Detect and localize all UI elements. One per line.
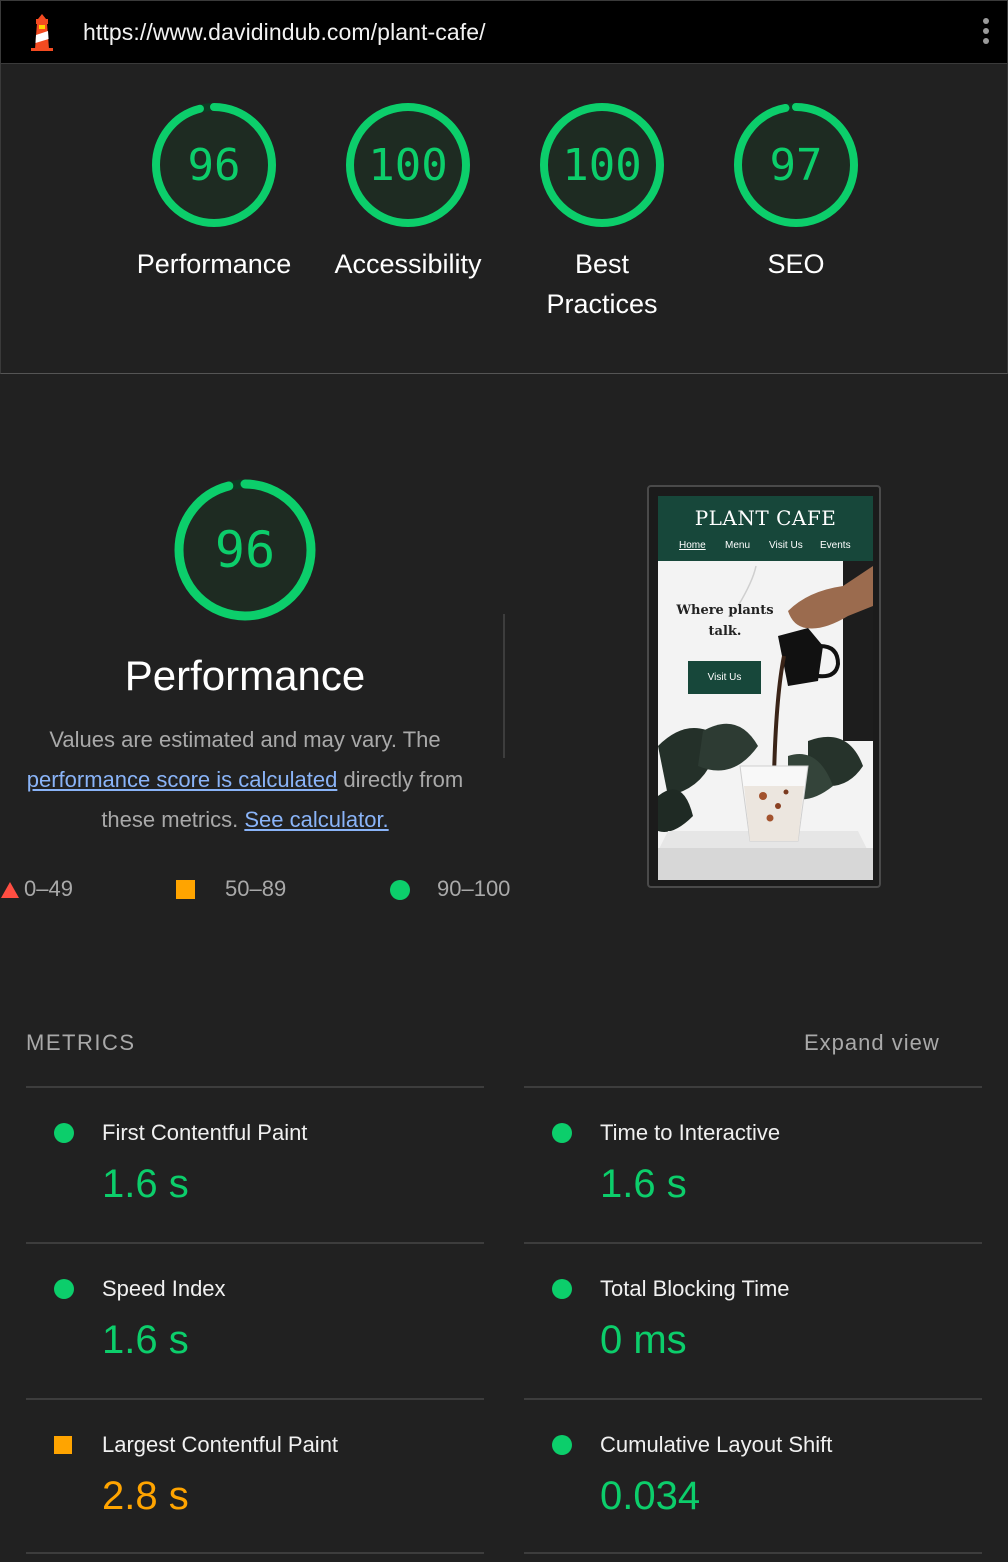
gauge-ring: 97 (734, 103, 858, 227)
screenshot-nav-home: Home (679, 540, 706, 551)
metric-value-tbt: 0 ms (600, 1318, 687, 1362)
performance-description: Values are estimated and may vary. The p… (0, 720, 490, 840)
score-calculated-link[interactable]: performance score is calculated (27, 767, 338, 792)
gauge-label: SEO (767, 249, 825, 279)
more-options-icon[interactable] (979, 15, 993, 51)
pass-circle-icon (54, 1279, 74, 1299)
legend-fail: 0–49 (24, 876, 73, 901)
metric-label-fcp: First Contentful Paint (102, 1120, 308, 1145)
metric-value-tti: 1.6 s (600, 1162, 687, 1206)
pass-circle-icon (552, 1435, 572, 1455)
metric-divider (26, 1552, 484, 1554)
gauge-score: 100 (562, 140, 641, 191)
report-url: https://www.davidindub.com/plant-cafe/ (83, 19, 486, 45)
top-bar: https://www.davidindub.com/plant-cafe/ (0, 0, 1008, 64)
metric-value-lcp: 2.8 s (102, 1474, 189, 1518)
legend-pass: 90–100 (437, 876, 511, 901)
metric-divider (524, 1242, 982, 1244)
pass-circle-icon (390, 880, 410, 900)
gauge-label: Accessibility (334, 249, 482, 279)
gauge-score: 96 (188, 140, 241, 191)
metric-value-cls: 0.034 (600, 1474, 701, 1518)
pass-circle-icon (552, 1279, 572, 1299)
gauge-label: Best Practices (546, 249, 658, 319)
metric-label-cls: Cumulative Layout Shift (600, 1432, 833, 1457)
category-summary: 96 Performance 100 Accessibility 100 Bes… (0, 64, 1008, 374)
metric-label-lcp: Largest Contentful Paint (102, 1432, 339, 1457)
metric-divider (524, 1086, 982, 1088)
legend-average: 50–89 (225, 876, 287, 901)
gauge-seo[interactable]: 97 SEO (701, 100, 891, 284)
gauge-score: 100 (368, 140, 447, 191)
screenshot-nav-visit-us: Visit Us (769, 540, 803, 551)
gauge-score: 97 (770, 140, 823, 191)
screenshot-visit-button: Visit Us (688, 661, 761, 694)
screenshot-screen: PLANT CAFE Home Menu Visit Us Events Whe… (658, 496, 873, 880)
performance-title: Performance (124, 652, 366, 699)
metric-value-fcp: 1.6 s (102, 1162, 189, 1206)
see-calculator-link[interactable]: See calculator. (244, 807, 388, 832)
metrics-heading: METRICS (26, 1030, 136, 1055)
metric-divider (524, 1552, 982, 1554)
metric-divider (26, 1242, 484, 1244)
final-screenshot[interactable]: PLANT CAFE Home Menu Visit Us Events Whe… (647, 485, 881, 888)
gauge-ring: 96 (152, 103, 276, 227)
gauge-accessibility[interactable]: 100 Accessibility (313, 100, 503, 284)
gauge-best-practices[interactable]: 100 Best Practices (507, 100, 697, 324)
metric-label-tbt: Total Blocking Time (600, 1276, 790, 1301)
metric-divider (524, 1398, 982, 1400)
average-square-icon (176, 880, 195, 899)
pass-circle-icon (54, 1123, 74, 1143)
performance-score: 96 (215, 521, 275, 579)
metric-label-tti: Time to Interactive (600, 1120, 781, 1145)
metric-value-speed-index: 1.6 s (102, 1318, 189, 1362)
gauge-label: Performance (136, 249, 292, 279)
metric-divider (26, 1398, 484, 1400)
performance-gauge: 96 (174, 479, 316, 621)
metric-divider (26, 1086, 484, 1088)
screenshot-nav-events: Events (820, 540, 851, 551)
screenshot-site-title: PLANT CAFE (694, 506, 837, 530)
vertical-divider (503, 614, 505, 758)
metric-label-speed-index: Speed Index (102, 1276, 226, 1301)
gauge-ring: 100 (346, 103, 470, 227)
fail-triangle-icon (1, 882, 19, 898)
average-square-icon (54, 1436, 72, 1454)
screenshot-nav-menu: Menu (725, 540, 751, 551)
description-text: Values are estimated and may vary. The (49, 727, 441, 752)
screenshot-tagline: Where plants talk. (676, 603, 774, 639)
pass-circle-icon (552, 1123, 572, 1143)
gauge-ring: 100 (540, 103, 664, 227)
gauge-performance[interactable]: 96 Performance (119, 100, 309, 284)
expand-view-toggle[interactable]: Expand view (804, 1030, 940, 1056)
lighthouse-logo-icon (31, 14, 53, 51)
